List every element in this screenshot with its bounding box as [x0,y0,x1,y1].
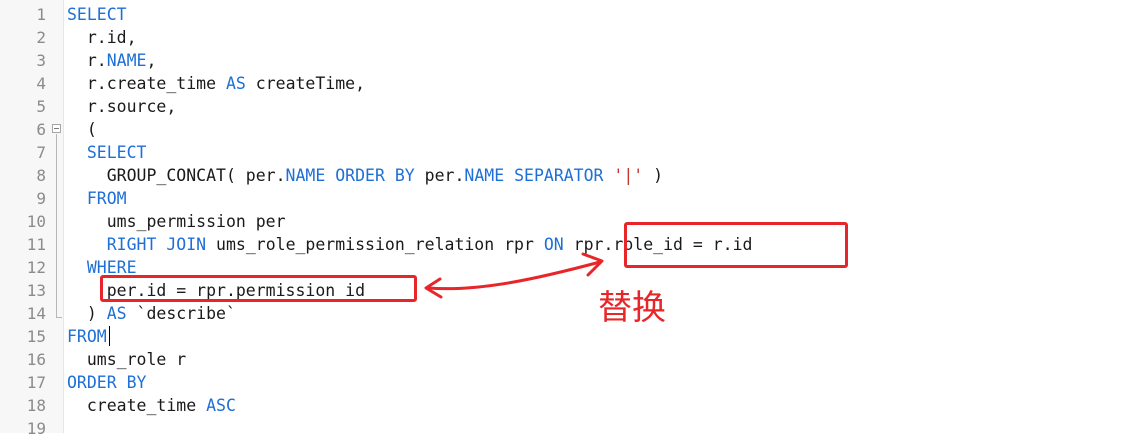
annotation-note: 替换 [598,288,666,328]
double-arrow-icon [424,252,604,299]
sql-editor[interactable]: 1 SELECT 2 r.id, 3 r.NAME, 4 r.create_time A… [0,0,1130,438]
